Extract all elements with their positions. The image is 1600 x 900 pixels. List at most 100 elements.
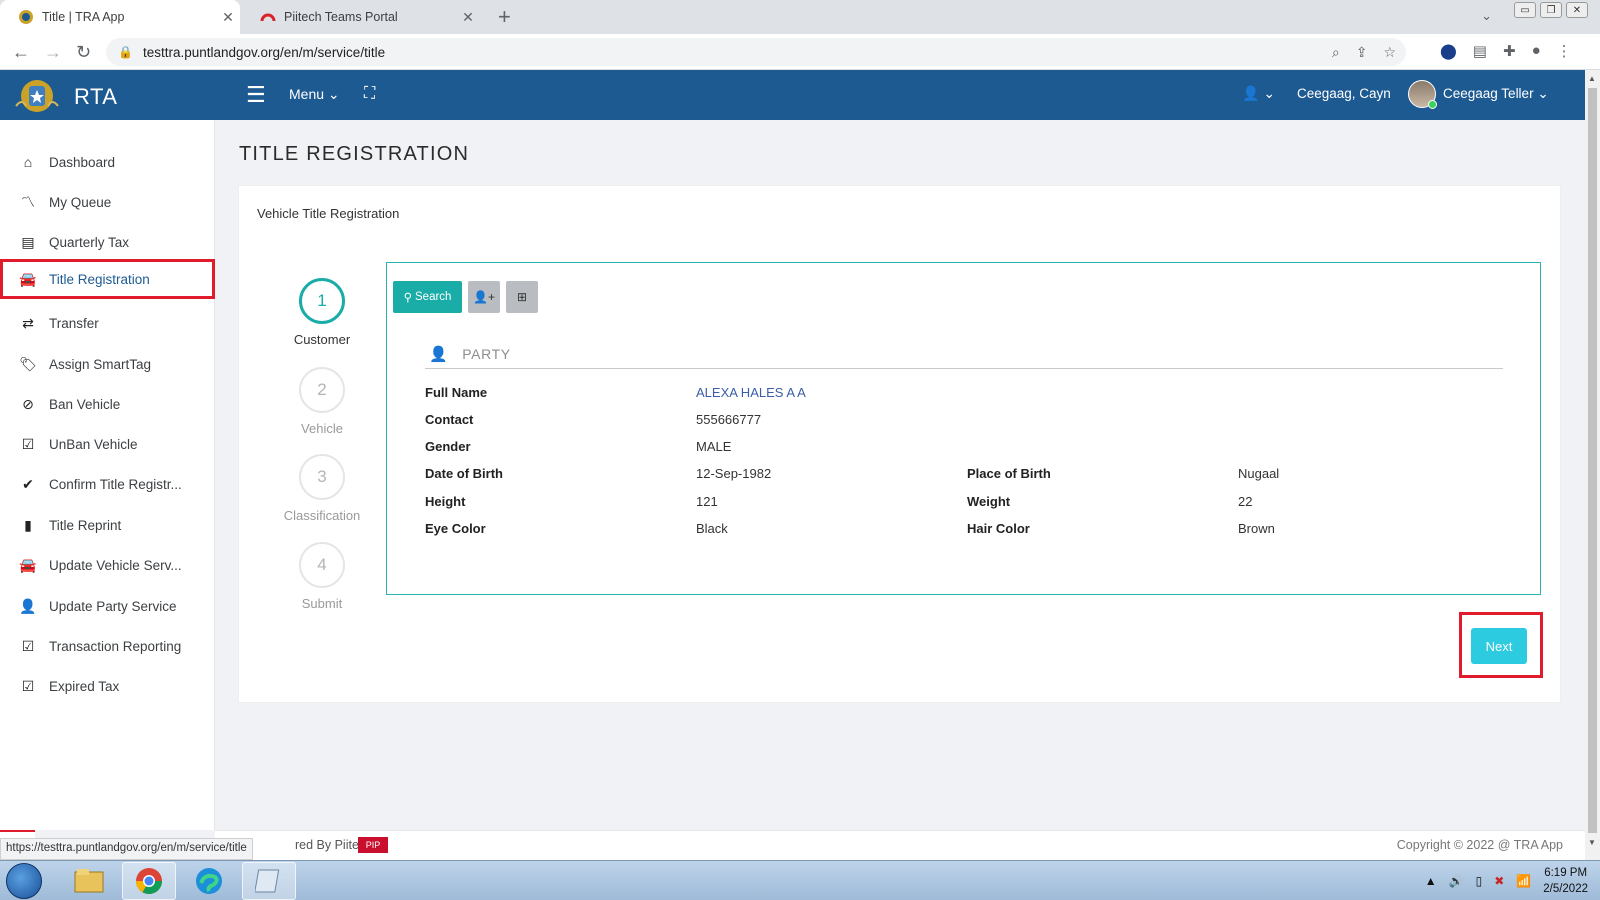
ban-icon: ⊘: [22, 395, 34, 412]
sidebar-item-update-party-service[interactable]: 👤 Update Party Service: [0, 586, 215, 626]
sidebar-item-label: Update Vehicle Serv...: [49, 557, 182, 573]
sidebar-item-assign-smarttag[interactable]: 🏷 Assign SmartTag: [0, 344, 215, 384]
car-icon: 🚘: [19, 270, 37, 287]
chevron-down-icon[interactable]: ⌄: [1481, 8, 1492, 24]
battery-icon[interactable]: ▯: [1476, 874, 1483, 888]
gender-label: Gender: [425, 439, 471, 454]
url-field[interactable]: 🔒 testtra.puntlandgov.org/en/m/service/t…: [106, 38, 1406, 66]
sidebar-item-label: UnBan Vehicle: [49, 436, 138, 452]
forward-icon[interactable]: →: [44, 42, 62, 63]
zoom-icon[interactable]: ⌕: [1332, 44, 1340, 61]
minimize-icon[interactable]: ▭: [1514, 2, 1536, 18]
sidebar-item-dashboard[interactable]: ⌂ Dashboard: [0, 142, 215, 182]
brand-name: RTA: [74, 84, 118, 109]
tab-close-icon[interactable]: ✕: [216, 9, 240, 26]
new-tab-icon[interactable]: +: [498, 4, 511, 30]
sidebar-item-confirm-title-registration[interactable]: ✔ Confirm Title Registr...: [0, 464, 215, 504]
kebab-menu-icon[interactable]: ⋮: [1557, 42, 1572, 60]
shield-extension-icon[interactable]: ⬤: [1440, 42, 1457, 60]
scroll-down-icon[interactable]: ▼: [1588, 838, 1596, 847]
restore-icon[interactable]: ❐: [1540, 2, 1562, 18]
sidebar-item-title-reprint[interactable]: ▮ Title Reprint: [0, 505, 215, 545]
search-button-label: Search: [415, 291, 452, 303]
tab-tra-app[interactable]: Title | TRA App ✕: [0, 0, 240, 34]
sidebar-item-transfer[interactable]: ⇄ Transfer: [0, 303, 215, 343]
sidebar-item-transaction-reporting[interactable]: ☑ Transaction Reporting: [0, 626, 215, 666]
check-square-icon: ☑: [21, 637, 35, 654]
avatar[interactable]: [1408, 80, 1437, 109]
sidebar-item-my-queue[interactable]: 〽 My Queue: [0, 182, 215, 222]
signal-icon[interactable]: 📶: [1516, 874, 1531, 888]
dob-label: Date of Birth: [425, 466, 503, 481]
clock-date: 2/5/2022: [1543, 883, 1588, 895]
sidebar-item-unban-vehicle[interactable]: ☑ UnBan Vehicle: [0, 424, 215, 464]
scroll-up-icon[interactable]: ▲: [1588, 74, 1596, 83]
start-button[interactable]: [6, 863, 42, 899]
sidebar-item-title-registration[interactable]: 🚘 Title Registration: [0, 259, 215, 299]
tab-piitech-portal[interactable]: Piitech Teams Portal ✕: [242, 0, 480, 34]
profile-icon[interactable]: ●: [1532, 42, 1541, 60]
party-section-header: 👤 PARTY: [425, 339, 1503, 369]
sidebar-item-label: Confirm Title Registr...: [49, 476, 182, 492]
puzzle-icon[interactable]: ✚: [1503, 42, 1516, 60]
back-icon[interactable]: ←: [12, 42, 30, 63]
notepad-taskbar-icon[interactable]: [242, 862, 296, 900]
user-plus-icon: 👤+: [473, 290, 495, 304]
explorer-taskbar-icon[interactable]: [62, 862, 116, 900]
sidebar-item-label: Quarterly Tax: [49, 234, 130, 250]
volume-icon[interactable]: 🔊: [1449, 874, 1464, 888]
step-vehicle[interactable]: 2 Vehicle: [277, 367, 367, 436]
browser-tabbar: Title | TRA App ✕ Piitech Teams Portal ✕…: [0, 0, 1600, 34]
step-label: Classification: [283, 508, 361, 523]
sidebar-item-expired-tax[interactable]: ☑ Expired Tax: [0, 666, 215, 706]
eye-color-value: Black: [696, 521, 728, 536]
step-submit[interactable]: 4 Submit: [277, 542, 367, 611]
contact-label: Contact: [425, 412, 474, 427]
online-status-icon: [1428, 100, 1437, 109]
add-user-button[interactable]: 👤+: [468, 281, 500, 313]
eye-color-label: Eye Color: [425, 521, 486, 536]
share-icon[interactable]: ⇪: [1356, 44, 1368, 61]
user-role-dropdown[interactable]: Ceegaag Teller ⌄: [1443, 86, 1549, 102]
full-name-value[interactable]: ALEXA HALES A A: [696, 385, 806, 400]
reload-icon[interactable]: ↻: [76, 42, 91, 63]
tray-expand-icon[interactable]: ▲: [1425, 874, 1437, 888]
close-window-icon[interactable]: ✕: [1566, 2, 1588, 18]
sidebar-item-label: My Queue: [49, 194, 112, 210]
user-menu-icon[interactable]: 👤 ⌄: [1242, 85, 1275, 102]
chrome-taskbar-icon[interactable]: [122, 862, 176, 900]
sidebar-item-label: Dashboard: [49, 154, 116, 170]
check-icon: ✔: [22, 475, 34, 492]
page-scrollbar[interactable]: ▲ ▼: [1585, 70, 1600, 860]
next-button[interactable]: Next: [1471, 628, 1527, 664]
system-tray: ▲ 🔊 ▯ ✖ 📶 6:19 PM 2/5/2022: [1425, 865, 1588, 897]
menu-dropdown[interactable]: Menu ⌄: [289, 86, 340, 103]
clipboard-extension-icon[interactable]: ▤: [1473, 42, 1487, 60]
star-icon[interactable]: ☆: [1383, 44, 1396, 61]
step-customer[interactable]: 1 Customer: [277, 278, 367, 347]
party-heading: PARTY: [462, 345, 511, 362]
tab-close-icon[interactable]: ✕: [456, 9, 480, 26]
sidebar-item-update-vehicle-service[interactable]: 🚘 Update Vehicle Serv...: [0, 545, 215, 585]
edge-taskbar-icon[interactable]: [182, 862, 236, 900]
user-icon: 👤: [429, 345, 449, 363]
weight-value: 22: [1238, 494, 1253, 509]
expand-button[interactable]: ⊞: [506, 281, 538, 313]
step-classification[interactable]: 3 Classification: [277, 454, 367, 523]
fullscreen-icon[interactable]: ⛶: [364, 85, 375, 103]
car-icon: 🚘: [19, 556, 37, 573]
user-location: Ceegaag, Cayn: [1297, 86, 1391, 101]
tab-title: Piitech Teams Portal: [284, 10, 398, 24]
sidebar-item-quarterly-tax[interactable]: ▤ Quarterly Tax: [0, 222, 215, 262]
card-subtitle: Vehicle Title Registration: [257, 206, 400, 221]
status-url: https://testtra.puntlandgov.org/en/m/ser…: [0, 838, 253, 860]
network-error-icon[interactable]: ✖: [1494, 874, 1504, 888]
trend-icon: 〽: [21, 194, 35, 210]
hamburger-icon[interactable]: ☰: [246, 82, 266, 108]
clock[interactable]: 6:19 PM 2/5/2022: [1543, 865, 1588, 897]
sidebar: ⌂ Dashboard 〽 My Queue ▤ Quarterly Tax 🚘…: [0, 120, 215, 830]
scroll-thumb[interactable]: [1588, 88, 1597, 833]
search-button[interactable]: ⚲ Search: [393, 281, 462, 313]
sidebar-item-ban-vehicle[interactable]: ⊘ Ban Vehicle: [0, 384, 215, 424]
hair-color-label: Hair Color: [967, 521, 1030, 536]
